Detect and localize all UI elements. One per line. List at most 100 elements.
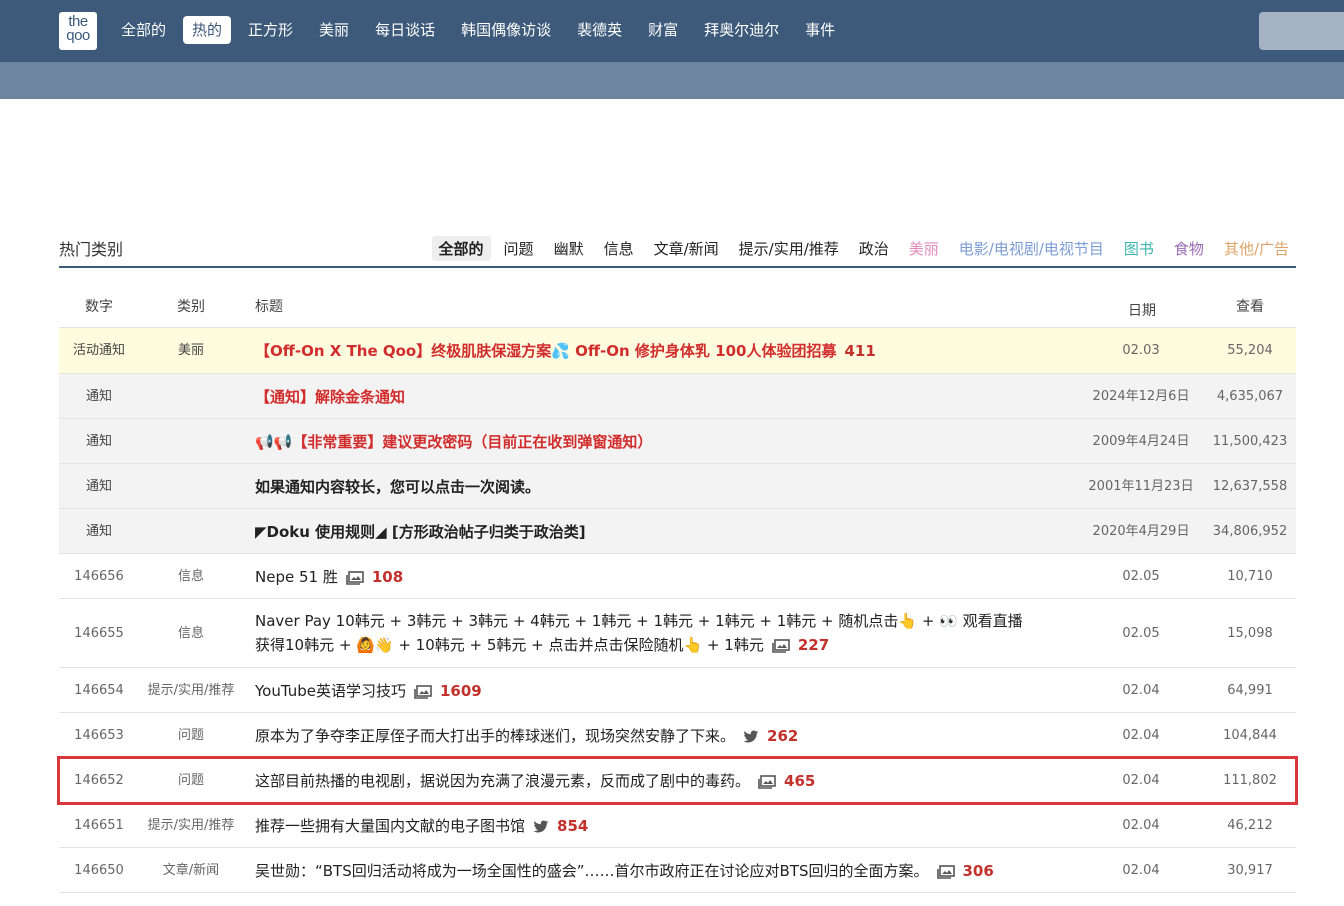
- post-table: 数字 类别 标题 日期 查看 活动通知 美丽 【Off-On X The Qoo】终…: [57, 282, 1298, 893]
- row-date: 02.04: [1122, 863, 1160, 878]
- title-text[interactable]: 吴世勋：“BTS回归活动将成为一场全国性的盛会”……首尔市政府正在讨论应对BTS…: [255, 862, 929, 880]
- notice-row[interactable]: 通知 📢📢【非常重要】建议更改密码（目前正在收到弹窗通知） 2009年4月24日 11…: [59, 419, 1296, 464]
- category-tab[interactable]: 文章/新闻: [647, 236, 726, 261]
- row-views: 34,806,952: [1212, 524, 1288, 539]
- row-title[interactable]: 推荐一些拥有大量国内文献的电子图书馆 854: [255, 814, 1075, 838]
- table-row[interactable]: 146654 提示/实用/推荐 YouTube英语学习技巧 1609 02.04 64,9…: [59, 668, 1296, 713]
- row-date: 2020年4月29日: [1092, 524, 1190, 539]
- category-tab[interactable]: 全部的: [431, 236, 491, 261]
- category-tab[interactable]: 美丽: [902, 236, 946, 261]
- table-row[interactable]: 146655 信息 Naver Pay 10韩元 + 3韩元 + 3韩元 + 4韩元…: [59, 599, 1296, 668]
- comment-count[interactable]: 262: [767, 727, 798, 745]
- category-tab[interactable]: 幽默: [547, 236, 591, 261]
- comment-count[interactable]: 227: [798, 636, 829, 654]
- image-icon: [936, 864, 955, 879]
- table-row-selected[interactable]: 146652 问题 这部目前热播的电视剧，据说因为充满了浪漫元素，反而成了剧中的毒药…: [57, 756, 1298, 805]
- nav-item[interactable]: 财富: [639, 16, 687, 44]
- nav-item[interactable]: 每日谈话: [366, 16, 444, 44]
- notice-title-link[interactable]: 📢📢【非常重要】建议更改密码（目前正在收到弹窗通知）: [255, 433, 652, 451]
- notice-title-link[interactable]: ◤Doku 使用规则◢ [方形政治帖子归类于政治类]: [255, 523, 586, 541]
- row-title[interactable]: 吴世勋：“BTS回归活动将成为一场全国性的盛会”……首尔市政府正在讨论应对BTS…: [255, 859, 1075, 883]
- row-title[interactable]: Nepe 51 胜 108: [255, 565, 1075, 589]
- row-title[interactable]: ◤Doku 使用规则◢ [方形政治帖子归类于政治类]: [255, 520, 1075, 544]
- row-views: 104,844: [1223, 728, 1277, 743]
- comment-count[interactable]: 108: [372, 568, 403, 586]
- event-row[interactable]: 活动通知 美丽 【Off-On X The Qoo】终极肌肤保湿方案💦 Off-On…: [59, 328, 1296, 374]
- sub-navigation-bar: [0, 62, 1344, 99]
- row-category[interactable]: 信息: [141, 624, 241, 644]
- nav-item[interactable]: 事件: [796, 16, 844, 44]
- row-num: 146654: [74, 683, 124, 698]
- title-text[interactable]: Naver Pay 10韩元 + 3韩元 + 3韩元 + 4韩元 + 1韩元 +…: [255, 612, 1023, 630]
- nav-item[interactable]: 韩国偶像访谈: [452, 16, 560, 44]
- site-logo[interactable]: the qoo: [59, 12, 97, 50]
- row-category[interactable]: 问题: [141, 771, 241, 791]
- notice-title-link[interactable]: 如果通知内容较长，您可以点击一次阅读。: [255, 478, 540, 496]
- event-title-link[interactable]: 【Off-On X The Qoo】终极肌肤保湿方案💦 Off-On 修护身体乳…: [255, 342, 836, 360]
- category-tab[interactable]: 食物: [1167, 236, 1211, 261]
- row-title[interactable]: YouTube英语学习技巧 1609: [255, 679, 1075, 703]
- row-views: 55,204: [1227, 343, 1273, 358]
- nav-item[interactable]: 美丽: [310, 16, 358, 44]
- row-category[interactable]: 美丽: [141, 341, 241, 361]
- nav-item[interactable]: 正方形: [239, 16, 302, 44]
- row-date: 02.04: [1122, 683, 1160, 698]
- table-row[interactable]: 146653 问题 原本为了争夺李正厚侄子而大打出手的棒球迷们，现场突然安静了下来。…: [59, 713, 1296, 758]
- table-row[interactable]: 146656 信息 Nepe 51 胜 108 02.05 10,710: [59, 554, 1296, 599]
- category-tab[interactable]: 信息: [597, 236, 641, 261]
- row-num: 通知: [85, 434, 112, 449]
- title-text[interactable]: 这部目前热播的电视剧，据说因为充满了浪漫元素，反而成了剧中的毒药。: [255, 772, 750, 790]
- row-date: 02.04: [1122, 728, 1160, 743]
- title-text[interactable]: Nepe 51 胜: [255, 568, 338, 586]
- comment-count[interactable]: 306: [963, 862, 994, 880]
- row-title[interactable]: 📢📢【非常重要】建议更改密码（目前正在收到弹窗通知）: [255, 430, 1075, 454]
- category-tab[interactable]: 图书: [1117, 236, 1161, 261]
- row-title[interactable]: 原本为了争夺李正厚侄子而大打出手的棒球迷们，现场突然安静了下来。 262: [255, 724, 1075, 748]
- category-tab[interactable]: 电影/电视剧/电视节目: [952, 236, 1111, 261]
- row-date: 02.04: [1122, 773, 1160, 788]
- row-title[interactable]: 【Off-On X The Qoo】终极肌肤保湿方案💦 Off-On 修护身体乳…: [255, 339, 1075, 363]
- nav-item[interactable]: 裴德英: [568, 16, 631, 44]
- row-title[interactable]: Naver Pay 10韩元 + 3韩元 + 3韩元 + 4韩元 + 1韩元 +…: [255, 609, 1075, 657]
- category-tab[interactable]: 政治: [852, 236, 896, 261]
- twitter-icon: [743, 730, 759, 742]
- row-title[interactable]: 如果通知内容较长，您可以点击一次阅读。: [255, 475, 1075, 499]
- notice-row[interactable]: 通知 【通知】解除金条通知 2024年12月6日 4,635,067: [59, 374, 1296, 419]
- row-category[interactable]: 问题: [141, 726, 241, 746]
- row-category[interactable]: 信息: [141, 567, 241, 587]
- table-row[interactable]: 146650 文章/新闻 吴世勋：“BTS回归活动将成为一场全国性的盛会”……首尔市…: [59, 848, 1296, 893]
- row-title[interactable]: 这部目前热播的电视剧，据说因为充满了浪漫元素，反而成了剧中的毒药。 465: [255, 769, 1075, 793]
- row-views: 12,637,558: [1212, 479, 1288, 494]
- nav-item[interactable]: 全部的: [112, 16, 175, 44]
- category-tab[interactable]: 提示/实用/推荐: [732, 236, 846, 261]
- title-text[interactable]: 原本为了争夺李正厚侄子而大打出手的棒球迷们，现场突然安静了下来。: [255, 727, 735, 745]
- logo-text: the qoo: [66, 13, 90, 44]
- notice-row[interactable]: 通知 ◤Doku 使用规则◢ [方形政治帖子归类于政治类] 2020年4月29日 34…: [59, 509, 1296, 554]
- header-title: 标题: [255, 299, 283, 315]
- comment-count[interactable]: 1609: [440, 682, 482, 700]
- image-icon: [346, 570, 364, 585]
- nav-item[interactable]: 拜奥尔迪尔: [695, 16, 788, 44]
- notice-title-link[interactable]: 【通知】解除金条通知: [255, 388, 405, 406]
- row-category[interactable]: 提示/实用/推荐: [141, 681, 241, 701]
- category-tab[interactable]: 其他/广告: [1217, 236, 1296, 261]
- row-title[interactable]: 【通知】解除金条通知: [255, 385, 1075, 409]
- search-input[interactable]: [1259, 12, 1344, 50]
- row-num: 通知: [85, 524, 112, 539]
- comment-count[interactable]: 465: [784, 772, 815, 790]
- category-tab[interactable]: 问题: [497, 236, 541, 261]
- title-text[interactable]: 推荐一些拥有大量国内文献的电子图书馆: [255, 817, 525, 835]
- category-bar: 热门类别 全部的 问题 幽默 信息 文章/新闻 提示/实用/推荐 政治 美丽 电影/电视剧/电视…: [59, 232, 1296, 268]
- nav-item-active[interactable]: 热的: [183, 16, 232, 44]
- row-date: 02.05: [1122, 569, 1160, 584]
- row-category[interactable]: 提示/实用/推荐: [141, 816, 241, 836]
- row-category[interactable]: 文章/新闻: [141, 861, 241, 881]
- title-text[interactable]: 获得10韩元 + 🙆👋 + 10韩元 + 5韩元 + 点击并点击保险随机👆 + …: [255, 636, 764, 654]
- notice-row[interactable]: 通知 如果通知内容较长，您可以点击一次阅读。 2001年11月23日 12,637,5…: [59, 464, 1296, 509]
- comment-count[interactable]: 411: [844, 342, 875, 360]
- table-row[interactable]: 146651 提示/实用/推荐 推荐一些拥有大量国内文献的电子图书馆 854 02.04…: [59, 803, 1296, 848]
- comment-count[interactable]: 854: [557, 817, 588, 835]
- row-date: 02.05: [1122, 626, 1160, 641]
- row-views: 46,212: [1227, 818, 1273, 833]
- title-text[interactable]: YouTube英语学习技巧: [255, 682, 406, 700]
